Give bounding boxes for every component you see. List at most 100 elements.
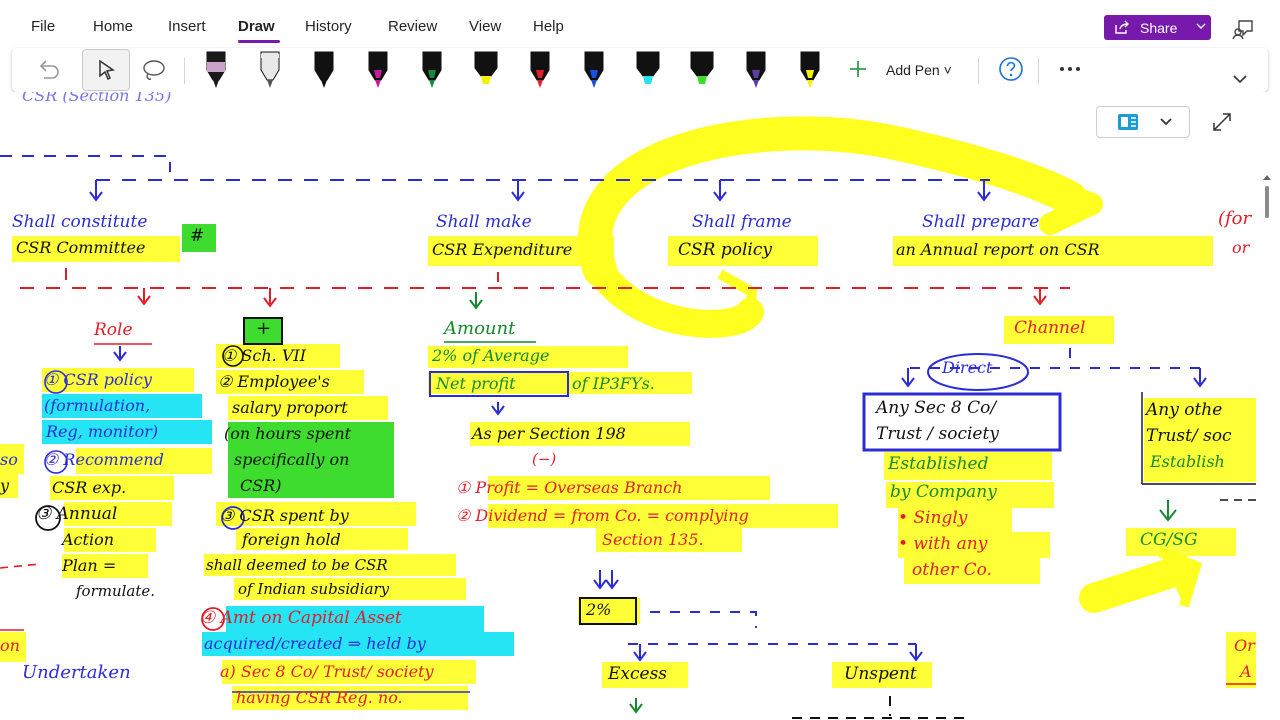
note-text: Section 135. xyxy=(602,530,704,549)
menu-bar: File Home Insert Draw History Review Vie… xyxy=(0,0,1280,48)
note-text: Any othe xyxy=(1146,400,1223,420)
fullscreen-icon[interactable] xyxy=(1210,110,1234,134)
menu-view[interactable]: View xyxy=(469,18,501,35)
note-text: salary proport xyxy=(232,398,348,417)
note-text: ③ CSR spent by xyxy=(220,506,349,525)
green-highlighter-icon[interactable] xyxy=(690,50,714,90)
note-text: Excess xyxy=(608,664,668,684)
add-pen-label: Add Pen ˅ xyxy=(886,62,952,78)
note-text: having CSR Reg. no. xyxy=(236,688,403,707)
note-text: ② Recommend xyxy=(44,450,164,469)
active-tab-indicator xyxy=(238,40,280,43)
note-text: of IP3FYs. xyxy=(572,374,655,393)
note-text: on xyxy=(0,636,20,655)
note-text: Reg, monitor) xyxy=(46,422,159,441)
note-text: Amount xyxy=(444,318,516,339)
chevron-down-icon xyxy=(1160,118,1172,126)
note-text: ① Profit = Overseas Branch xyxy=(456,478,683,497)
note-text: specifically on xyxy=(234,450,350,469)
note-canvas[interactable]: CSR (Section 135) Shall constitute CSR C… xyxy=(0,92,1280,720)
note-text: or xyxy=(1232,238,1250,257)
note-text: A xyxy=(1240,662,1252,681)
lasso-icon[interactable] xyxy=(140,56,168,84)
note-text: CSR Expenditure xyxy=(432,240,573,259)
green-pen-icon[interactable] xyxy=(420,50,444,90)
note-text: Plan = xyxy=(62,556,117,575)
note-text: 2% of Average xyxy=(432,346,550,365)
toolbar-divider xyxy=(1038,58,1039,84)
feedback-icon[interactable] xyxy=(1232,16,1256,40)
note-text: formulate. xyxy=(76,582,156,600)
note-text: Action xyxy=(62,530,114,549)
note-text: CSR Committee xyxy=(16,238,146,257)
note-text: other Co. xyxy=(912,560,992,580)
note-text: Trust / society xyxy=(876,424,999,444)
note-text: CSR exp. xyxy=(52,478,127,497)
note-text: (on hours spent xyxy=(224,424,352,443)
note-text: Role xyxy=(94,320,133,340)
notebook-sections-button[interactable] xyxy=(1096,106,1190,138)
note-text: Undertaken xyxy=(22,662,131,683)
yellow-highlighter-icon[interactable] xyxy=(474,50,498,90)
black-pen-icon[interactable] xyxy=(204,50,228,90)
share-icon xyxy=(1115,20,1129,34)
note-text: Direct xyxy=(942,358,993,377)
menu-insert[interactable]: Insert xyxy=(168,18,206,35)
note-text: Channel xyxy=(1014,318,1086,338)
magenta-pen-icon[interactable] xyxy=(366,50,390,90)
help-icon[interactable] xyxy=(998,56,1024,82)
chevron-down-icon[interactable] xyxy=(1232,72,1248,86)
cyan-highlighter-icon[interactable] xyxy=(636,50,660,90)
note-text: Shall make xyxy=(436,212,532,232)
note-text: 2% xyxy=(586,600,612,619)
menu-history[interactable]: History xyxy=(305,18,352,35)
chevron-down-icon[interactable] xyxy=(1196,20,1206,32)
note-text: Any Sec 8 Co/ xyxy=(876,398,997,418)
note-text: Shall frame xyxy=(692,212,792,232)
note-text: Unspent xyxy=(844,664,917,684)
menu-help[interactable]: Help xyxy=(533,18,564,35)
menu-review[interactable]: Review xyxy=(388,18,437,35)
blue-pen-icon[interactable] xyxy=(582,50,606,90)
note-text: Establish xyxy=(1150,452,1225,471)
black-pen-2-icon[interactable] xyxy=(312,50,336,90)
note-text: CSR policy xyxy=(678,240,772,260)
menu-draw[interactable]: Draw xyxy=(238,18,275,35)
note-text: ④ Amt on Capital Asset xyxy=(200,608,402,628)
note-text: • with any xyxy=(898,534,988,554)
red-pen-icon[interactable] xyxy=(528,50,552,90)
note-text: shall deemed to be CSR xyxy=(206,556,388,574)
note-text: ② Employee's xyxy=(218,372,330,391)
note-text: Net profit xyxy=(436,374,516,393)
note-text: # xyxy=(190,226,205,246)
note-text: • Singly xyxy=(898,508,968,528)
plus-icon xyxy=(850,61,866,77)
menu-file[interactable]: File xyxy=(31,18,55,35)
note-text: Shall constitute xyxy=(12,212,148,232)
purple-pen-icon[interactable] xyxy=(744,50,768,90)
note-text: acquired/created ⇒ held by xyxy=(204,634,426,653)
gray-pencil-icon[interactable] xyxy=(258,50,282,90)
note-text: + xyxy=(256,318,272,339)
note-text: ③ Annual xyxy=(36,504,118,524)
menu-home[interactable]: Home xyxy=(93,18,133,35)
scrollbar[interactable] xyxy=(1262,172,1272,262)
note-text: Established xyxy=(888,454,989,474)
note-text: y xyxy=(0,476,10,495)
undo-icon[interactable] xyxy=(34,56,62,84)
share-button[interactable]: Share xyxy=(1104,15,1211,40)
note-text: CSR) xyxy=(240,476,282,495)
share-label: Share xyxy=(1140,20,1178,36)
yellow-pen-icon[interactable] xyxy=(798,50,822,90)
more-options-icon[interactable] xyxy=(1056,56,1084,82)
toolbar-divider xyxy=(184,58,185,84)
note-text: CSR (Section 135) xyxy=(22,92,172,105)
select-tool[interactable] xyxy=(82,49,130,91)
note-text: As per Section 198 xyxy=(472,424,626,443)
note-text: ① CSR policy xyxy=(44,370,152,389)
note-text: an Annual report on CSR xyxy=(896,240,1100,259)
note-text: a) Sec 8 Co/ Trust/ society xyxy=(220,662,434,681)
toolbar-divider xyxy=(978,58,979,84)
note-text: (−) xyxy=(532,450,557,468)
notebook-icon xyxy=(1118,114,1138,130)
